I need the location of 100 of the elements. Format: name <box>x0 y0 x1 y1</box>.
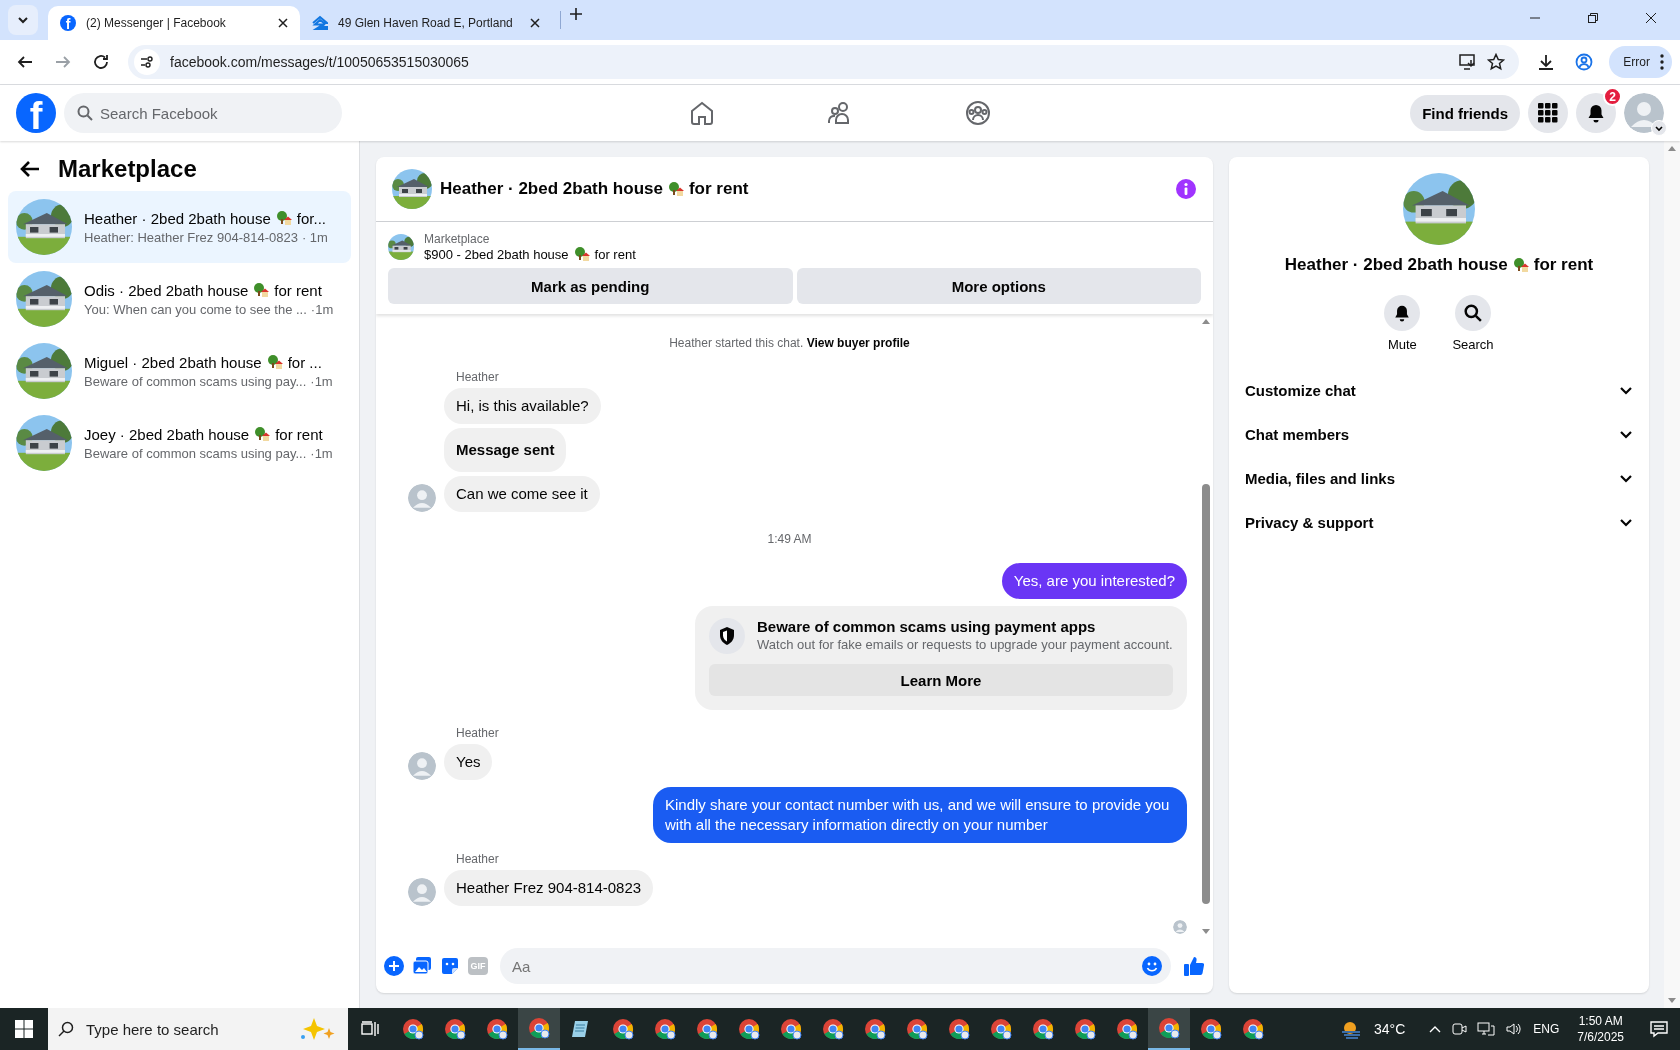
listing-label: Marketplace <box>424 232 491 246</box>
sidebar-title: Marketplace <box>58 155 197 183</box>
bookmark-star-icon[interactable] <box>1487 53 1506 71</box>
message-timestamp: 1:49 AM <box>767 532 812 546</box>
house-tree-icon <box>573 246 590 262</box>
conversation-item[interactable]: Miguel · 2bed 2bath house for ... Beware of common scams using pay... ·1m <box>8 335 351 407</box>
task-view-icon[interactable] <box>361 1021 379 1037</box>
conversation-item[interactable]: Odis · 2bed 2bath house for rent You: When can you come to see the ... ·1m <box>8 263 351 335</box>
plus-icon[interactable] <box>384 956 404 976</box>
message-bubble: Can we come see it <box>444 476 600 512</box>
message-time: ·1m <box>310 445 333 461</box>
scroll-down-icon[interactable] <box>1202 929 1210 935</box>
grid-menu-icon <box>1538 103 1558 123</box>
chat-title: for rent <box>688 179 749 199</box>
site-info-icon[interactable] <box>140 55 154 69</box>
details-section[interactable]: Media, files and links <box>1237 456 1641 500</box>
message-time: · 1m <box>301 229 328 245</box>
scroll-up-icon[interactable] <box>1202 318 1210 324</box>
sender-name: Heather <box>456 852 499 866</box>
sender-name: Heather <box>456 726 499 740</box>
menu-icon[interactable] <box>1660 54 1664 70</box>
shield-icon <box>718 626 736 646</box>
listing-text: for rent <box>594 246 636 262</box>
find-friends-button[interactable]: Find friends <box>1410 95 1520 131</box>
message-preview: Heather: Heather Frez 904-814-0823 <box>84 229 298 245</box>
scroll-up-icon[interactable] <box>1668 145 1676 151</box>
caret-up-icon[interactable] <box>1429 1025 1442 1033</box>
bell-icon <box>1586 103 1606 123</box>
photo-icon[interactable] <box>412 956 432 976</box>
browser-tab[interactable]: f (2) Messenger | Facebook <box>48 6 300 40</box>
conversation-title: for ... <box>287 353 322 371</box>
network-icon[interactable] <box>1477 1021 1496 1037</box>
profile-error-button[interactable]: Error <box>1609 46 1672 78</box>
house-tree-icon <box>254 426 271 442</box>
chat-title: Heather · 2bed 2bath house <box>440 179 663 199</box>
message-bubble: Yes, are you interested? <box>1001 563 1187 599</box>
details-section[interactable]: Customize chat <box>1237 368 1641 412</box>
message-preview: Beware of common scams using pay... <box>84 445 307 461</box>
browser-taskbar-icon[interactable] <box>1148 1008 1190 1050</box>
details-section[interactable]: Chat members <box>1237 412 1641 456</box>
install-app-icon[interactable] <box>1459 53 1478 71</box>
message-preview: Beware of common scams using pay... <box>84 373 307 389</box>
scroll-down-icon[interactable] <box>1668 998 1676 1004</box>
close-tab-icon[interactable] <box>278 18 288 28</box>
house-tree-icon <box>253 282 270 298</box>
volume-icon[interactable] <box>1505 1021 1524 1037</box>
search-icon <box>77 105 93 121</box>
clock-time[interactable]: 1:50 AM <box>1578 1013 1623 1029</box>
conversation-item[interactable]: Heather · 2bed 2bath house for... Heather: Heather Frez 904-814-0823 · 1m <box>8 191 351 263</box>
message-input[interactable]: Aa <box>500 948 1171 984</box>
profile-icon[interactable] <box>1575 53 1594 71</box>
avatar-icon <box>1173 920 1187 934</box>
menu-button[interactable] <box>1528 93 1568 133</box>
scrollbar-thumb[interactable] <box>1202 484 1210 904</box>
sticker-icon[interactable] <box>440 956 460 976</box>
search-field[interactable]: Search Facebook <box>64 93 342 133</box>
buyer-profile-link[interactable]: View buyer profile <box>806 336 910 350</box>
chevron-down-icon[interactable] <box>1651 120 1667 136</box>
camera-icon[interactable] <box>1451 1021 1468 1037</box>
notification-center-icon[interactable] <box>1650 1020 1668 1038</box>
facebook-favicon: f <box>60 15 76 31</box>
warning-title: Beware of common scams using payment apps <box>757 618 1097 635</box>
avatar-icon <box>408 752 436 780</box>
emoji-icon[interactable] <box>1142 956 1162 976</box>
bell-icon <box>1393 304 1412 322</box>
chevron-down-icon <box>17 14 29 26</box>
search-icon <box>58 1021 74 1037</box>
house-tree-icon <box>275 210 292 226</box>
home-icon[interactable] <box>689 100 715 126</box>
new-tab-icon[interactable] <box>569 6 583 21</box>
sender-name: Heather <box>456 370 499 384</box>
groups-icon[interactable] <box>965 100 991 126</box>
language-indicator[interactable]: ENG <box>1533 1022 1560 1036</box>
conversation-item[interactable]: Joey · 2bed 2bath house for rent Beware of common scams using pay... ·1m <box>8 407 351 479</box>
conversation-title: Heather · 2bed 2bath house <box>84 209 271 227</box>
taskbar-search-field[interactable]: Type here to search <box>48 1008 348 1050</box>
conversation-title: Miguel · 2bed 2bath house <box>84 353 262 371</box>
browser-taskbar-icon[interactable] <box>518 1008 560 1050</box>
listing-action-button[interactable]: Mark as pending <box>388 268 793 304</box>
clock-date[interactable]: 7/6/2025 <box>1577 1029 1624 1045</box>
message-preview: You: When can you come to see the ... <box>84 301 307 317</box>
download-icon[interactable] <box>1537 53 1556 71</box>
reload-icon[interactable] <box>92 53 110 71</box>
back-arrow-icon[interactable] <box>20 160 40 178</box>
facebook-logo[interactable]: f <box>16 93 56 133</box>
conversation-title: Heather · 2bed 2bath house <box>1284 255 1508 275</box>
listing-action-button[interactable]: More options <box>796 268 1201 304</box>
learn-more-button[interactable]: Learn More <box>709 664 1173 696</box>
windows-start-icon[interactable] <box>15 1020 33 1038</box>
chat-start-notice: Heather started this chat. View buyer profile <box>668 336 911 350</box>
browser-tab[interactable]: 49 Glen Haven Road E, Portland <box>300 6 552 40</box>
conversation-title: for... <box>296 209 326 227</box>
thumbs-up-icon[interactable] <box>1183 955 1205 977</box>
close-tab-icon[interactable] <box>530 18 540 28</box>
notification-badge: 2 <box>1603 87 1622 106</box>
info-icon[interactable] <box>1175 178 1197 200</box>
temperature-text[interactable]: 34°C <box>1374 1021 1406 1037</box>
message-bubble: Message sent <box>444 428 567 472</box>
details-section[interactable]: Privacy & support <box>1237 500 1641 544</box>
tab-list-button[interactable] <box>8 5 38 35</box>
